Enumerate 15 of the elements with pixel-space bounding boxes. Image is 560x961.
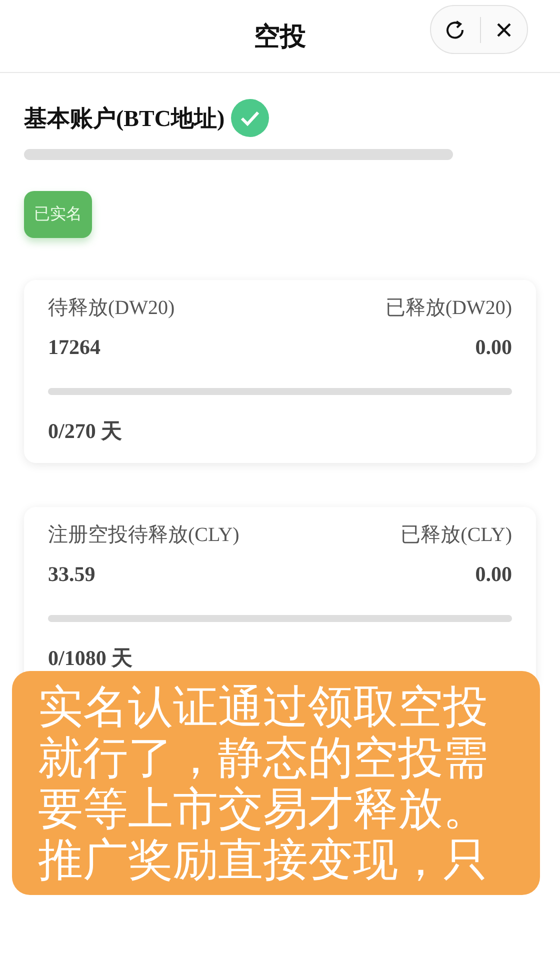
released-label: 已释放(DW20) [385, 296, 512, 321]
pending-value: 33.59 [48, 562, 96, 587]
released-value: 0.00 [475, 335, 512, 360]
pending-label: 待释放(DW20) [48, 296, 175, 321]
caption-line: 实名认证通过领取空投 [38, 681, 489, 732]
pending-value: 17264 [48, 335, 100, 360]
released-value: 0.00 [475, 562, 512, 587]
account-title: 基本账户(BTC地址) [24, 104, 225, 133]
status-badge: 已实名 [24, 191, 92, 238]
released-label: 已释放(CLY) [400, 523, 512, 548]
page-title: 空投 [254, 20, 306, 54]
caption-line: 要等上市交易才释放。 [38, 783, 489, 834]
caption-line: 就行了，静态的空投需 [38, 732, 489, 783]
pending-label: 注册空投待释放(CLY) [48, 523, 240, 548]
caption-line: 推广奖励直接变现，只 [38, 834, 489, 885]
